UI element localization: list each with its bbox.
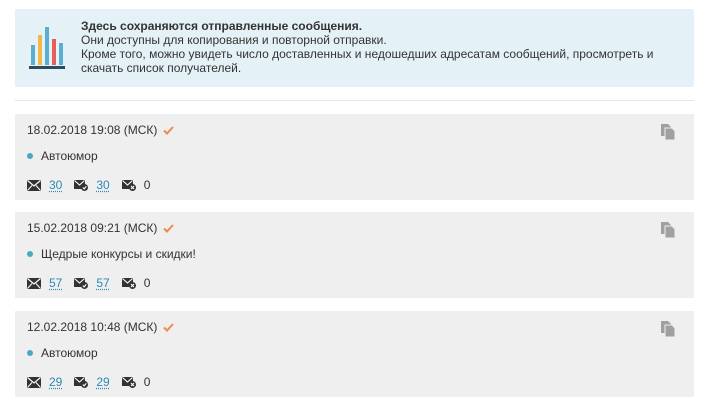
bar-chart-icon bbox=[29, 27, 65, 69]
envelope-icon bbox=[27, 376, 41, 388]
info-line-1: Они доступны для копирования и повторной… bbox=[81, 33, 387, 47]
stat-sent: 30 bbox=[27, 178, 62, 192]
message-name: Автоюмор bbox=[27, 346, 98, 360]
message-name: Щедрые конкурсы и скидки! bbox=[27, 247, 196, 261]
message-date: 12.02.2018 10:48 (МСК) bbox=[27, 320, 175, 334]
info-title: Здесь сохраняются отправленные сообщения… bbox=[81, 19, 363, 33]
stat-failed: 0 bbox=[121, 178, 151, 192]
stat-delivered: 57 bbox=[74, 276, 110, 290]
stat-sent: 57 bbox=[27, 276, 62, 290]
envelope-check-icon bbox=[74, 376, 89, 388]
delivered-count[interactable]: 29 bbox=[96, 375, 109, 389]
envelope-x-icon bbox=[121, 376, 136, 388]
message-title: Щедрые конкурсы и скидки! bbox=[41, 247, 196, 261]
divider bbox=[15, 100, 694, 101]
message-date: 15.02.2018 09:21 (МСК) bbox=[27, 221, 175, 235]
sent-count[interactable]: 30 bbox=[49, 178, 62, 192]
sent-messages-page: Здесь сохраняются отправленные сообщения… bbox=[0, 0, 708, 403]
message-stats: 30 30 0 bbox=[27, 178, 162, 192]
message-card[interactable]: 18.02.2018 19:08 (МСК) Автоюмор 30 30 0 bbox=[15, 114, 694, 200]
sent-count[interactable]: 29 bbox=[49, 375, 62, 389]
check-icon bbox=[163, 125, 175, 135]
stat-failed: 0 bbox=[121, 276, 151, 290]
copy-icon[interactable] bbox=[659, 123, 677, 141]
message-title: Автоюмор bbox=[41, 149, 98, 163]
stat-sent: 29 bbox=[27, 375, 62, 389]
info-line-2: Кроме того, можно увидеть число доставле… bbox=[81, 47, 654, 61]
stat-delivered: 29 bbox=[74, 375, 110, 389]
delivered-count[interactable]: 30 bbox=[96, 178, 109, 192]
message-stats: 57 57 0 bbox=[27, 276, 162, 290]
copy-icon[interactable] bbox=[659, 221, 677, 239]
message-datetime: 12.02.2018 10:48 (МСК) bbox=[27, 320, 158, 334]
failed-count: 0 bbox=[143, 178, 151, 192]
list-bullet bbox=[27, 350, 33, 356]
info-line-3: скачать список получателей. bbox=[81, 61, 242, 75]
delivered-count[interactable]: 57 bbox=[96, 276, 109, 290]
envelope-x-icon bbox=[121, 179, 136, 191]
stat-delivered: 30 bbox=[74, 178, 110, 192]
failed-count: 0 bbox=[143, 375, 151, 389]
info-text: Здесь сохраняются отправленные сообщения… bbox=[81, 19, 680, 75]
message-title: Автоюмор bbox=[41, 346, 98, 360]
message-datetime: 18.02.2018 19:08 (МСК) bbox=[27, 123, 158, 137]
message-name: Автоюмор bbox=[27, 149, 98, 163]
envelope-check-icon bbox=[74, 277, 89, 289]
failed-count: 0 bbox=[143, 276, 151, 290]
stat-failed: 0 bbox=[121, 375, 151, 389]
message-card[interactable]: 15.02.2018 09:21 (МСК) Щедрые конкурсы и… bbox=[15, 212, 694, 298]
message-stats: 29 29 0 bbox=[27, 375, 162, 389]
check-icon bbox=[163, 322, 175, 332]
envelope-x-icon bbox=[121, 277, 136, 289]
envelope-icon bbox=[27, 277, 41, 289]
message-card[interactable]: 12.02.2018 10:48 (МСК) Автоюмор 29 29 0 bbox=[15, 311, 694, 397]
copy-icon[interactable] bbox=[659, 320, 677, 338]
list-bullet bbox=[27, 251, 33, 257]
sent-count[interactable]: 57 bbox=[49, 276, 62, 290]
envelope-icon bbox=[27, 179, 41, 191]
list-bullet bbox=[27, 153, 33, 159]
check-icon bbox=[163, 223, 175, 233]
envelope-check-icon bbox=[74, 179, 89, 191]
info-banner: Здесь сохраняются отправленные сообщения… bbox=[15, 9, 694, 87]
message-date: 18.02.2018 19:08 (МСК) bbox=[27, 123, 175, 137]
message-datetime: 15.02.2018 09:21 (МСК) bbox=[27, 221, 158, 235]
